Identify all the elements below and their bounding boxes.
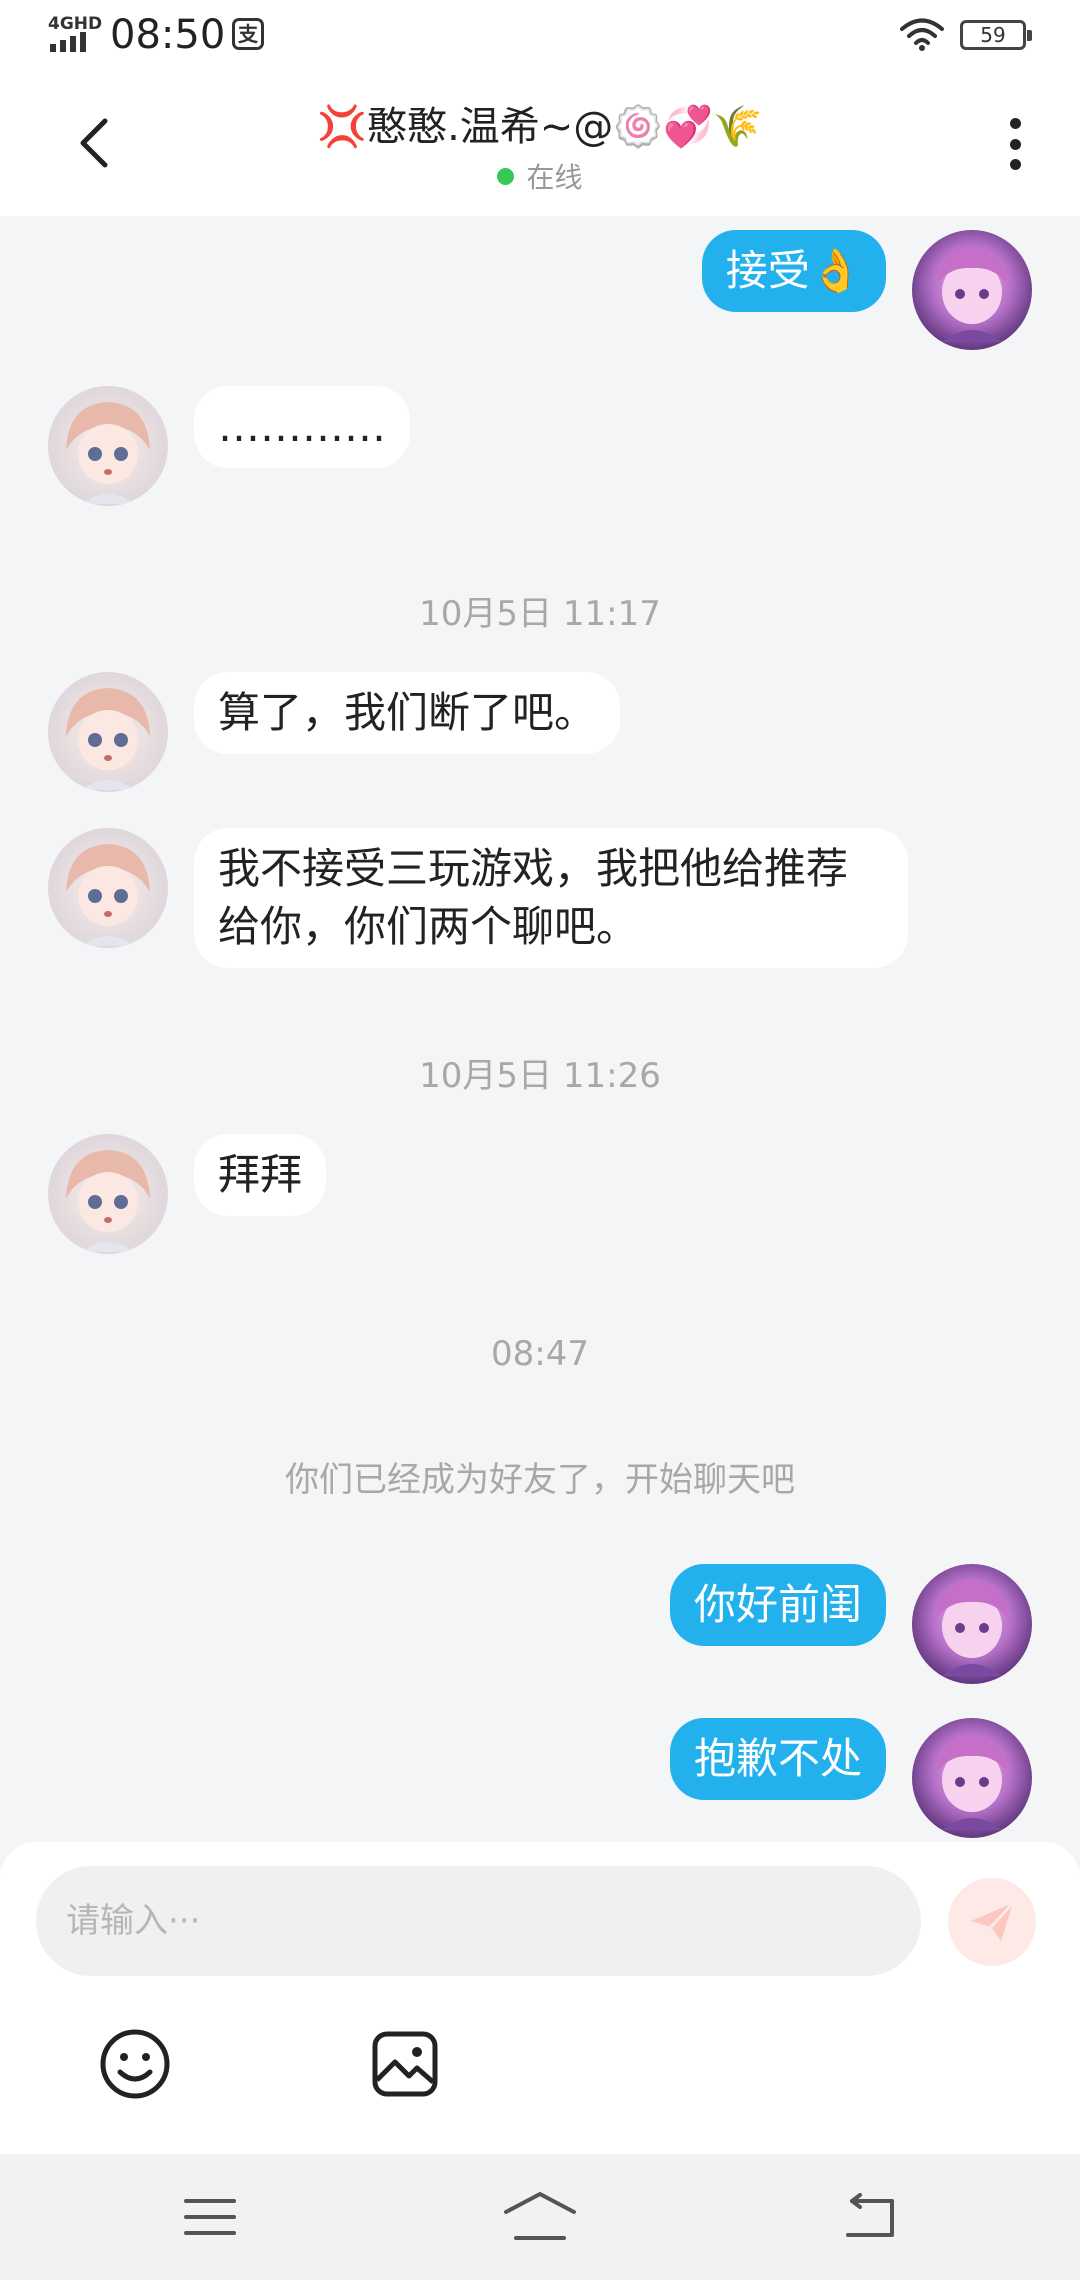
more-vertical-icon xyxy=(1009,118,1021,129)
online-dot-icon xyxy=(497,167,515,185)
message-bubble-outgoing[interactable]: 抱歉不处 xyxy=(669,1718,886,1800)
network-type: 4GHD xyxy=(48,14,103,34)
message-bubble-outgoing[interactable]: 你好前闺 xyxy=(669,1564,886,1646)
emoji-icon xyxy=(100,2029,170,2099)
timestamp: 10月5日 11:26 xyxy=(419,1056,661,1096)
cellular-signal-icon: 4GHD xyxy=(48,14,102,54)
emoji-button[interactable] xyxy=(95,2024,175,2104)
return-icon xyxy=(846,2193,894,2237)
message-bubble-incoming[interactable]: 算了，我们断了吧。 xyxy=(194,672,621,754)
menu-button[interactable] xyxy=(165,2184,255,2250)
battery-icon: 59 xyxy=(960,20,1032,50)
menu-icon xyxy=(184,2199,236,2235)
status-bar: 4GHD 08:50 支 59 xyxy=(0,0,1080,72)
timestamp: 08:47 xyxy=(491,1334,589,1374)
return-button[interactable] xyxy=(825,2184,915,2250)
message-bubble-outgoing[interactable]: 接受👌 xyxy=(701,230,886,312)
online-status-label: 在线 xyxy=(526,161,583,194)
chat-header: 💢憨憨.温希~@🍥💞🌾 在线 xyxy=(0,72,1080,216)
wifi-icon xyxy=(900,18,944,51)
status-time: 08:50 xyxy=(110,12,226,58)
chat-messages: 接受👌 ………… 10月5日 11:17 算了，我们断了吧。 我不接受三玩游戏，… xyxy=(0,216,1080,1842)
my-avatar[interactable] xyxy=(912,1564,1032,1684)
message-bubble-incoming[interactable]: 我不接受三玩游戏，我把他给推荐给你，你们两个聊吧。 xyxy=(194,828,908,968)
timestamp: 10月5日 11:17 xyxy=(419,594,661,634)
contact-avatar[interactable] xyxy=(48,1134,168,1254)
message-bubble-incoming[interactable]: 拜拜 xyxy=(194,1134,327,1216)
alipay-notification-icon: 支 xyxy=(232,18,264,50)
contact-avatar[interactable] xyxy=(48,386,168,506)
more-options-button[interactable] xyxy=(990,112,1040,176)
my-avatar[interactable] xyxy=(912,230,1032,350)
home-button[interactable] xyxy=(495,2184,585,2250)
system-nav-bar xyxy=(0,2154,1080,2280)
online-status: 在线 xyxy=(0,156,1080,196)
image-icon xyxy=(372,2031,438,2097)
send-button[interactable] xyxy=(948,1878,1036,1966)
message-input[interactable] xyxy=(36,1866,921,1976)
image-button[interactable] xyxy=(365,2024,445,2104)
input-panel xyxy=(0,1842,1080,2154)
my-avatar[interactable] xyxy=(912,1718,1032,1838)
contact-avatar[interactable] xyxy=(48,828,168,948)
battery-level: 59 xyxy=(980,23,1006,47)
system-notice: 你们已经成为好友了，开始聊天吧 xyxy=(285,1460,795,1500)
contact-avatar[interactable] xyxy=(48,672,168,792)
home-icon xyxy=(504,2192,576,2240)
contact-name: 💢憨憨.温希~@🍥💞🌾 xyxy=(317,104,763,150)
send-icon xyxy=(971,1901,1015,1941)
message-bubble-incoming[interactable]: ………… xyxy=(194,386,410,468)
